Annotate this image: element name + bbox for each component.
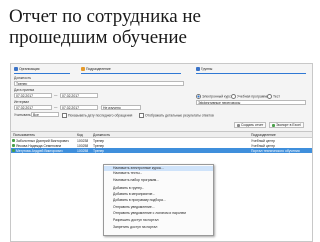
tab-organization[interactable]: Организация xyxy=(14,67,39,71)
user-icon xyxy=(12,139,15,143)
radio-program-label: Учебная программа xyxy=(237,94,269,99)
position-label: Должность xyxy=(14,76,32,80)
tab-department-label: Подразделение xyxy=(86,67,111,71)
tab-organization-underline xyxy=(14,73,70,74)
column-header-user[interactable]: Пользователь xyxy=(13,133,35,137)
show-results-label: Отображать детальные результаты ответов xyxy=(145,113,214,118)
cell-code: 100258 xyxy=(77,148,89,153)
user-icon xyxy=(12,149,15,153)
column-header-code[interactable]: Код xyxy=(77,133,83,137)
cell-user: Мегутова Андрей Викторович xyxy=(15,148,63,153)
slide-title-line-2: прошедшим обучение xyxy=(9,27,187,48)
menu-item-allow-portal[interactable]: Разрешить доступ на портал xyxy=(104,218,213,223)
hire-date-label: Дата приема xyxy=(14,88,35,92)
show-current-checkbox[interactable] xyxy=(62,113,67,118)
export-excel-button[interactable]: Экспорт в Excel xyxy=(269,122,304,128)
cell-user: Янкова Надежда Семеновна xyxy=(15,143,62,148)
tab-organization-label: Организация xyxy=(19,67,40,71)
menu-item-send-notification[interactable]: Отправить уведомление... xyxy=(104,205,213,210)
radio-test[interactable] xyxy=(267,94,272,99)
menu-item-send-credentials[interactable]: Отправить уведомление с логином и пароле… xyxy=(104,211,213,216)
cell-department: Учебный центр xyxy=(251,143,275,148)
menu-item-assign-programs[interactable]: Назначить набор программ... xyxy=(104,178,213,183)
radio-course[interactable] xyxy=(196,94,201,99)
interval-dash: — xyxy=(54,105,58,109)
menu-item-add-to-group[interactable]: Добавить в группу... xyxy=(104,186,213,191)
show-current-option[interactable]: Показывать дату последнего обращения xyxy=(62,113,132,118)
slide-title: Отчет по сотрудника не прошедшим обучени… xyxy=(9,6,309,48)
show-current-label: Показывать дату последнего обращения xyxy=(68,113,133,118)
cell-position: Тренер xyxy=(93,138,105,143)
position-field[interactable]: Тренер xyxy=(14,81,184,86)
column-header-position[interactable]: Должность xyxy=(93,133,110,137)
create-report-button[interactable]: Создать отчет xyxy=(234,122,267,128)
menu-item-assign-courses[interactable]: Назначить электронные курсы... xyxy=(104,166,213,171)
tab-department-underline xyxy=(81,73,181,74)
tab-groups[interactable]: Группы xyxy=(196,67,212,71)
radio-course-option[interactable]: Электронный курс xyxy=(196,94,231,99)
menu-item-add-to-event[interactable]: Добавить в мероприятие... xyxy=(104,192,213,197)
cell-position: Тренер xyxy=(93,143,105,148)
material-field[interactable]: Эффективные переговоры xyxy=(196,100,306,105)
show-results-option[interactable]: Отображать детальные результаты ответов xyxy=(139,113,214,118)
status-select[interactable]: Не изучено xyxy=(101,105,141,110)
report-window: Организация Подразделение Группы Должнос… xyxy=(10,63,313,242)
context-menu: Назначить электронные курсы... Назначить… xyxy=(103,164,214,236)
cell-user: Заболотных Дмитрий Викторович xyxy=(15,138,69,143)
hire-date-to-field[interactable]: 07.02.2017 xyxy=(60,93,98,98)
table-row-selected[interactable]: Мегутова Андрей Викторович 100258 Тренер… xyxy=(11,148,312,153)
department-icon xyxy=(81,67,85,71)
radio-test-option[interactable]: Тест xyxy=(267,94,280,99)
cell-code: 100258 xyxy=(77,143,89,148)
report-icon xyxy=(237,123,240,127)
excel-icon xyxy=(272,123,275,127)
radio-course-label: Электронный курс xyxy=(202,94,231,99)
hire-date-from-field[interactable]: 07.02.2017 xyxy=(14,93,52,98)
menu-item-deny-portal[interactable]: Запретить доступ на портал xyxy=(104,225,213,230)
interval-to-field[interactable]: 07.02.2017 xyxy=(60,105,98,110)
column-header-department[interactable]: Подразделение xyxy=(251,133,276,137)
cell-department: Портал технического обучения xyxy=(251,148,300,153)
groups-icon xyxy=(196,67,200,71)
interval-from-field[interactable]: 07.02.2017 xyxy=(14,105,52,110)
tab-groups-underline xyxy=(196,73,306,74)
cell-position: Тренер xyxy=(93,148,105,153)
hire-date-dash: — xyxy=(54,93,58,97)
export-excel-label: Экспорт в Excel xyxy=(276,123,301,127)
slide-title-line-1: Отчет по сотрудника не xyxy=(9,6,201,27)
show-results-checkbox[interactable] xyxy=(139,113,144,118)
cell-code: 100238 xyxy=(77,138,89,143)
learn-type-select[interactable]: Все xyxy=(31,112,59,117)
tab-department[interactable]: Подразделение xyxy=(81,67,111,71)
cell-department: Учебный центр xyxy=(251,138,275,143)
tab-groups-label: Группы xyxy=(201,67,213,71)
radio-test-label: Тест xyxy=(273,94,281,99)
radio-program[interactable] xyxy=(231,94,236,99)
menu-item-add-to-selection[interactable]: Добавить в программу подбора... xyxy=(104,198,213,203)
radio-program-option[interactable]: Учебная программа xyxy=(231,94,268,99)
create-report-label: Создать отчет xyxy=(241,123,264,127)
interval-label: Интервал xyxy=(14,100,30,104)
menu-item-assign-tests[interactable]: Назначить тесты... xyxy=(104,171,213,176)
learn-type-label: Учитывать xyxy=(14,113,31,117)
building-icon xyxy=(14,67,18,71)
user-icon xyxy=(12,144,15,148)
